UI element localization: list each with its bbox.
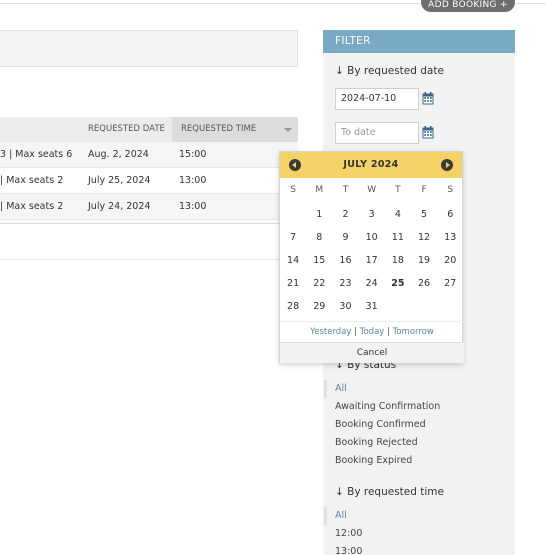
footer-divider (0, 259, 298, 260)
table-header: REQUESTED DATE REQUESTED TIME (0, 117, 298, 142)
status-filter-rejected[interactable]: Booking Rejected (324, 434, 504, 452)
yesterday-link[interactable]: Yesterday (310, 327, 351, 337)
calendar-day[interactable]: 31 (359, 295, 385, 318)
week-row: 21 22 23 24 25 26 27 (280, 272, 464, 295)
row-description: | Max seats 2 (0, 201, 64, 212)
row-description: | Max seats 2 (0, 175, 64, 186)
datepicker-popup: JULY 2024 S M T W T F S 1 2 3 4 5 6 7 8 9 10 11 12 1… (279, 151, 464, 363)
weekday-label: W (367, 185, 377, 195)
calendar-day[interactable]: 26 (411, 272, 437, 295)
calendar-day[interactable]: 13 (437, 226, 463, 249)
bookings-table: REQUESTED DATE REQUESTED TIME 3 | Max se… (0, 117, 298, 220)
calendar-day[interactable]: 6 (437, 203, 463, 226)
table-row[interactable]: | Max seats 2 July 24, 2024 13:00 (0, 194, 298, 220)
today-link[interactable]: Today (360, 327, 385, 337)
row-requested-date: July 24, 2024 (88, 201, 151, 212)
time-filter-1200[interactable]: 12:00 (324, 525, 504, 543)
week-row: 123456 (280, 203, 464, 226)
from-date-input[interactable]: 2024-07-10 (335, 88, 419, 110)
calendar-day[interactable]: 24 (359, 272, 385, 295)
calendar-icon[interactable] (422, 126, 434, 139)
column-requested-time-label: REQUESTED TIME (181, 124, 257, 134)
table-row[interactable]: 3 | Max seats 6 Aug. 2, 2024 15:00 (0, 142, 298, 168)
search-bar (0, 30, 298, 67)
calendar-day[interactable]: 25 (385, 272, 411, 295)
table-body: 3 | Max seats 6 Aug. 2, 2024 15:00 | Max… (0, 142, 298, 220)
filter-title: FILTER (323, 30, 515, 53)
calendar-empty-cell (280, 203, 306, 226)
weekday-label: M (315, 185, 324, 195)
filter-by-time-title[interactable]: ↓ By requested time (335, 486, 444, 498)
calendar-day[interactable]: 9 (332, 226, 358, 249)
calendar-day[interactable]: 18 (385, 249, 411, 272)
status-filter-all[interactable]: All (324, 380, 504, 398)
calendar-day[interactable]: 1 (306, 203, 332, 226)
time-filter-all[interactable]: All (324, 507, 504, 525)
quick-date-links: Yesterday | Today | Tomorrow (280, 321, 464, 341)
datepicker-cancel-button[interactable]: Cancel (280, 342, 464, 363)
row-requested-time: 13:00 (179, 201, 207, 212)
calendar-day[interactable]: 16 (332, 249, 358, 272)
calendar-empty-cell (411, 295, 437, 318)
weekday-label: T (395, 185, 401, 195)
datepicker-grid: S M T W T F S 1 2 3 4 5 6 7 8 9 10 11 12 13 14 15 16 17 1… (280, 180, 464, 318)
calendar-day[interactable]: 19 (411, 249, 437, 272)
week-row: 28 29 30 31 (280, 295, 464, 318)
weekday-label: S (290, 185, 296, 195)
row-requested-date: July 25, 2024 (88, 175, 151, 186)
calendar-day[interactable]: 12 (411, 226, 437, 249)
time-filter-list: All 12:00 13:00 (324, 507, 504, 555)
datepicker-header: JULY 2024 (280, 152, 462, 178)
add-booking-button[interactable]: ADD BOOKING + (421, 0, 515, 12)
row-description: 3 | Max seats 6 (0, 149, 73, 160)
calendar-day[interactable]: 29 (306, 295, 332, 318)
to-date-input[interactable]: To date (335, 122, 419, 144)
calendar-day[interactable]: 4 (385, 203, 411, 226)
datepicker-weeks: 1 2 3 4 5 6 7 8 9 10 11 12 13 14 15 16 17 18 19 20 21 22 23 24 2… (280, 203, 464, 318)
calendar-day[interactable]: 22 (306, 272, 332, 295)
week-row: 14 15 16 17 18 19 20 (280, 249, 464, 272)
calendar-day[interactable]: 30 (332, 295, 358, 318)
sort-caret-icon (284, 128, 292, 132)
time-filter-1300[interactable]: 13:00 (324, 543, 504, 555)
calendar-day[interactable]: 14 (280, 249, 306, 272)
calendar-day[interactable]: 21 (280, 272, 306, 295)
table-row[interactable]: | Max seats 2 July 25, 2024 13:00 (0, 168, 298, 194)
weekday-row: S M T W T F S (280, 180, 464, 203)
column-requested-time[interactable]: REQUESTED TIME (172, 117, 298, 142)
status-filter-awaiting[interactable]: Awaiting Confirmation (324, 398, 504, 416)
calendar-day[interactable]: 2 (332, 203, 358, 226)
calendar-day[interactable]: 28 (280, 295, 306, 318)
calendar-day[interactable]: 3 (359, 203, 385, 226)
datepicker-month-label: JULY 2024 (343, 159, 399, 170)
weekday-label: S (447, 185, 454, 195)
calendar-icon[interactable] (422, 92, 434, 105)
calendar-day[interactable]: 17 (359, 249, 385, 272)
column-requested-date[interactable]: REQUESTED DATE (88, 117, 165, 142)
calendar-day[interactable]: 8 (306, 226, 332, 249)
tomorrow-link[interactable]: Tomorrow (393, 327, 434, 337)
calendar-empty-cell (385, 295, 411, 318)
calendar-day[interactable]: 7 (280, 226, 306, 249)
calendar-empty-cell (437, 295, 463, 318)
calendar-day[interactable]: 27 (437, 272, 463, 295)
row-requested-time: 13:00 (179, 175, 207, 186)
weekday-label: T (342, 185, 349, 195)
table-bottom-divider (0, 223, 298, 224)
calendar-day[interactable]: 20 (437, 249, 463, 272)
calendar-day[interactable]: 15 (306, 249, 332, 272)
calendar-day[interactable]: 5 (411, 203, 437, 226)
status-filter-confirmed[interactable]: Booking Confirmed (324, 416, 504, 434)
calendar-day[interactable]: 11 (385, 226, 411, 249)
row-requested-time: 15:00 (179, 149, 207, 160)
week-row: 7 8 9 10 11 12 13 (280, 226, 464, 249)
calendar-day[interactable]: 10 (359, 226, 385, 249)
calendar-day[interactable]: 23 (332, 272, 358, 295)
filter-by-date-title[interactable]: ↓ By requested date (335, 65, 444, 77)
row-requested-date: Aug. 2, 2024 (88, 149, 149, 160)
weekday-label: F (421, 185, 427, 195)
status-filter-expired[interactable]: Booking Expired (324, 452, 504, 470)
status-filter-list: All Awaiting Confirmation Booking Confir… (324, 380, 504, 470)
next-month-icon[interactable] (441, 159, 453, 171)
